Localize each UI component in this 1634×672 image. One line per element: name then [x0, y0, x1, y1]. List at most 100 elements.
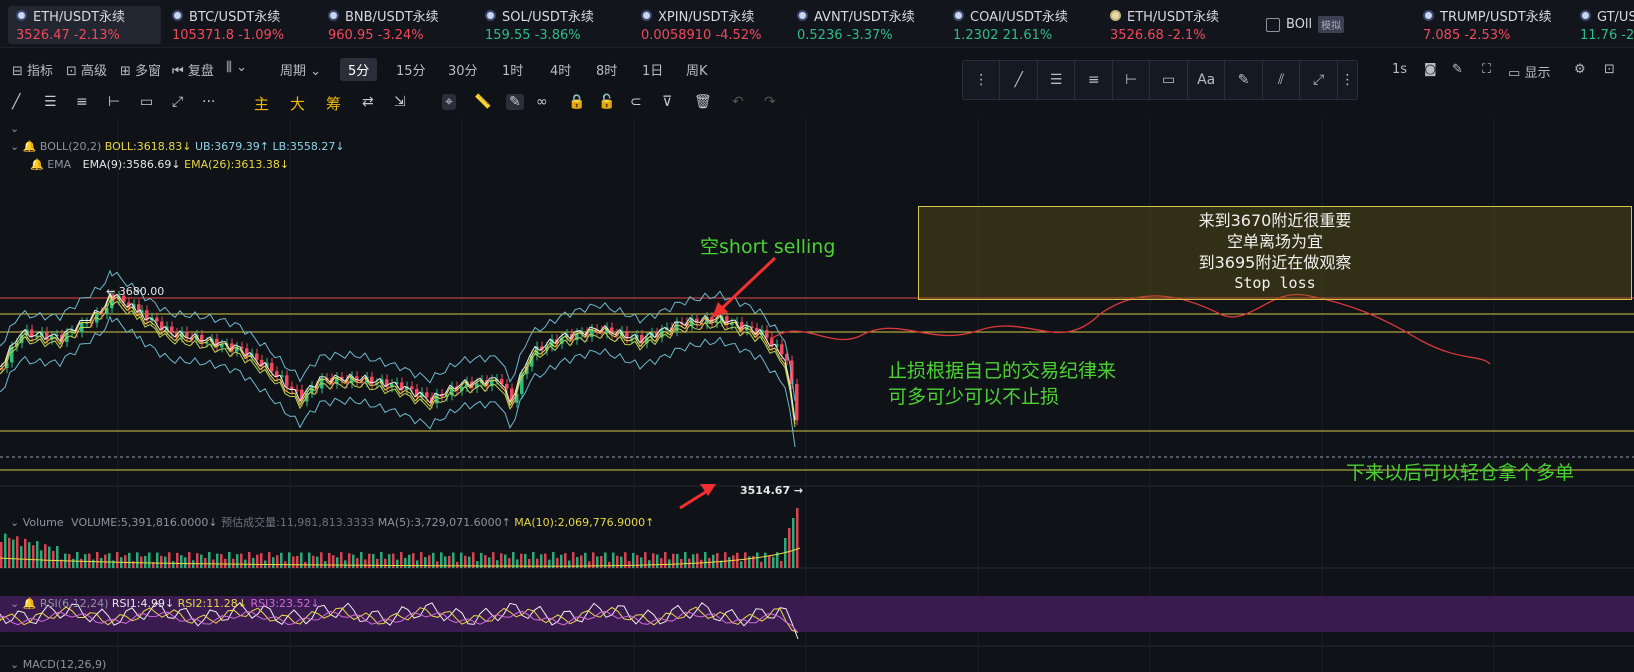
arrow-tool-icon[interactable]: ⤢: [1300, 61, 1338, 99]
trendline-tool-icon[interactable]: ╱: [1000, 61, 1038, 99]
ticker-item-coai[interactable]: COAI/USDT永续 1.2302 21.61%: [953, 6, 1068, 44]
lock-icon[interactable]: 🔒: [568, 94, 585, 110]
rect-icon[interactable]: ▭: [140, 94, 153, 110]
annotation-box[interactable]: 来到3670附近很重要 空单离场为宜 到3695附近在做观察 Stop loss: [918, 206, 1632, 300]
more-tool-icon[interactable]: ⋮: [1338, 61, 1357, 99]
line-tool-icon[interactable]: ╱: [12, 94, 20, 110]
hlines-tool-icon[interactable]: ≡: [1075, 61, 1113, 99]
hline-tool-icon[interactable]: ⊢: [1113, 61, 1151, 99]
boll-toggle[interactable]: BOll 模拟: [1266, 16, 1345, 33]
volume-bar: [740, 561, 743, 568]
candles: [0, 289, 799, 426]
drag-handle-icon[interactable]: ⋮: [963, 61, 1001, 99]
interval-button[interactable]: 1s: [1392, 62, 1407, 77]
main-force-button[interactable]: 主: [254, 93, 269, 114]
filter-icon[interactable]: ⊽: [662, 94, 672, 110]
advanced-button[interactable]: ⊡ 高级: [66, 60, 107, 79]
tf-1w[interactable]: 周K: [678, 58, 716, 81]
pen-icon[interactable]: ✎: [506, 94, 524, 110]
ticker-change: -3.86%: [534, 28, 581, 43]
volume-bar: [456, 561, 459, 568]
display-button[interactable]: ▭ 显示: [1508, 62, 1550, 81]
ruler-icon[interactable]: 📏: [474, 94, 491, 110]
volume-bar: [240, 553, 243, 568]
expand-icon[interactable]: ⊡: [1604, 62, 1615, 77]
ticker-item-avnt[interactable]: AVNT/USDT永续 0.5236 -3.37%: [797, 6, 915, 44]
rect-tool-icon[interactable]: ▭: [1150, 61, 1188, 99]
volume-bar: [712, 554, 715, 568]
review-button[interactable]: ⏮ 复盘: [172, 60, 214, 79]
trash-icon[interactable]: 🗑: [694, 94, 712, 110]
volume-bar: [292, 556, 295, 568]
ticker-item-eth-2[interactable]: ETH/USDT永续 3526.68 -2.1%: [1110, 6, 1219, 44]
checkbox[interactable]: [1266, 17, 1280, 32]
collapse-icon[interactable]: ⌄: [10, 658, 19, 671]
multiwindow-button[interactable]: ⊞ 多窗: [120, 60, 161, 79]
ticker-name: COAI/USDT永续: [970, 10, 1068, 25]
tf-30m[interactable]: 30分: [440, 58, 486, 81]
rsi-name: RSI(6,12,24): [39, 597, 109, 610]
tf-5m[interactable]: 5分: [340, 58, 378, 81]
swap-icon[interactable]: ⇄: [362, 94, 374, 110]
indicator-button[interactable]: ⊟ 指标: [12, 60, 53, 79]
edit-icon[interactable]: ✎: [1452, 62, 1463, 77]
period-button[interactable]: 周期 ⌄: [280, 60, 321, 79]
ticker-item-sol[interactable]: SOL/USDT永续 159.55 -3.86%: [485, 6, 594, 44]
fib-tool-icon[interactable]: ⫽: [1263, 61, 1301, 99]
tf-1d[interactable]: 1日: [634, 58, 671, 81]
tf-8h[interactable]: 8时: [588, 58, 625, 81]
collapse-icon[interactable]: ⌄ 🔔: [10, 140, 36, 153]
link-icon[interactable]: ∞: [536, 94, 548, 110]
more-icon[interactable]: ···: [202, 94, 215, 110]
hline-icon[interactable]: ⊢: [108, 94, 120, 110]
ticker-item-xpin[interactable]: XPIN/USDT永续 0.0058910 -4.52%: [641, 6, 761, 44]
volume-bar: [764, 552, 767, 568]
volume-bar: [320, 552, 323, 568]
collapse-icon[interactable]: ⌄: [10, 516, 19, 529]
parallel-tool-icon[interactable]: ☰: [1038, 61, 1076, 99]
arrow-icon[interactable]: ⤢: [172, 94, 183, 110]
chart-type-button[interactable]: ⫼ ⌄: [226, 60, 247, 75]
ticker-item-bnb[interactable]: BNB/USDT永续 960.95 -3.24%: [328, 6, 439, 44]
ticker-item-gt[interactable]: GT/USDT永续 11.76 -2: [1580, 6, 1634, 44]
tf-1h[interactable]: 1时: [494, 58, 531, 81]
volume-bar: [44, 544, 47, 568]
chips-button[interactable]: 筹: [326, 93, 341, 114]
collapse-icon[interactable]: ⌄ 🔔: [10, 597, 36, 610]
drawing-quick-toolbar: ╱ ☰ ≡ ⊢ ▭ ⤢ ··· 主 大 筹 ⇄ ⇲ ⌖ 📏 ✎ ∞ 🔒 🔓 ⊂ …: [0, 92, 960, 116]
ticker-change: -2.53%: [1464, 28, 1511, 43]
cursor-icon[interactable]: ⌖: [442, 94, 456, 110]
candle-body: [220, 344, 224, 348]
ticker-item-eth[interactable]: ETH/USDT永续 3526.47 -2.13%: [8, 6, 161, 44]
volume-bar: [48, 546, 51, 568]
channel-tool-icon[interactable]: ☰: [44, 94, 57, 110]
hlines-icon[interactable]: ≡: [76, 94, 88, 110]
ticker-item-trump[interactable]: TRUMP/USDT永续 7.085 -2.53%: [1423, 6, 1552, 44]
text-tool-icon[interactable]: Aa: [1188, 61, 1226, 99]
settings-icon[interactable]: ⚙: [1574, 62, 1586, 77]
stoploss-annotation-1[interactable]: 止损根据自己的交易纪律来: [888, 356, 1116, 383]
price-chart[interactable]: [0, 118, 1634, 672]
volume-bar: [148, 552, 151, 568]
tf-15m[interactable]: 15分: [388, 58, 434, 81]
volume-bar: [196, 553, 199, 568]
magnet-icon[interactable]: ⊂: [630, 94, 642, 110]
measure-icon[interactable]: ⇲: [394, 94, 406, 110]
undo-icon[interactable]: ↶: [732, 94, 744, 110]
big-order-button[interactable]: 大: [290, 93, 305, 114]
ticker-item-btc[interactable]: BTC/USDT永续 105371.8 -1.09%: [172, 6, 284, 44]
fullscreen-icon[interactable]: ⛶: [1482, 62, 1491, 77]
stoploss-annotation-2[interactable]: 可多可少可以不止损: [888, 382, 1059, 409]
unlock-icon[interactable]: 🔓: [598, 94, 615, 110]
collapse-icon[interactable]: ⌄: [10, 122, 19, 135]
volume-bar: [692, 554, 695, 568]
brush-tool-icon[interactable]: ✎: [1225, 61, 1263, 99]
camera-icon[interactable]: ◙: [1424, 62, 1437, 77]
redo-icon[interactable]: ↷: [764, 94, 776, 110]
tf-4h[interactable]: 4时: [542, 58, 579, 81]
long-annotation[interactable]: 下来以后可以轻仓拿个多单: [1346, 458, 1574, 485]
coin-icon: [1580, 10, 1591, 21]
volume-value: VOLUME:5,391,816.0000↓: [71, 516, 218, 529]
volume-bar: [660, 558, 663, 568]
short-annotation[interactable]: 空short selling: [700, 232, 835, 259]
